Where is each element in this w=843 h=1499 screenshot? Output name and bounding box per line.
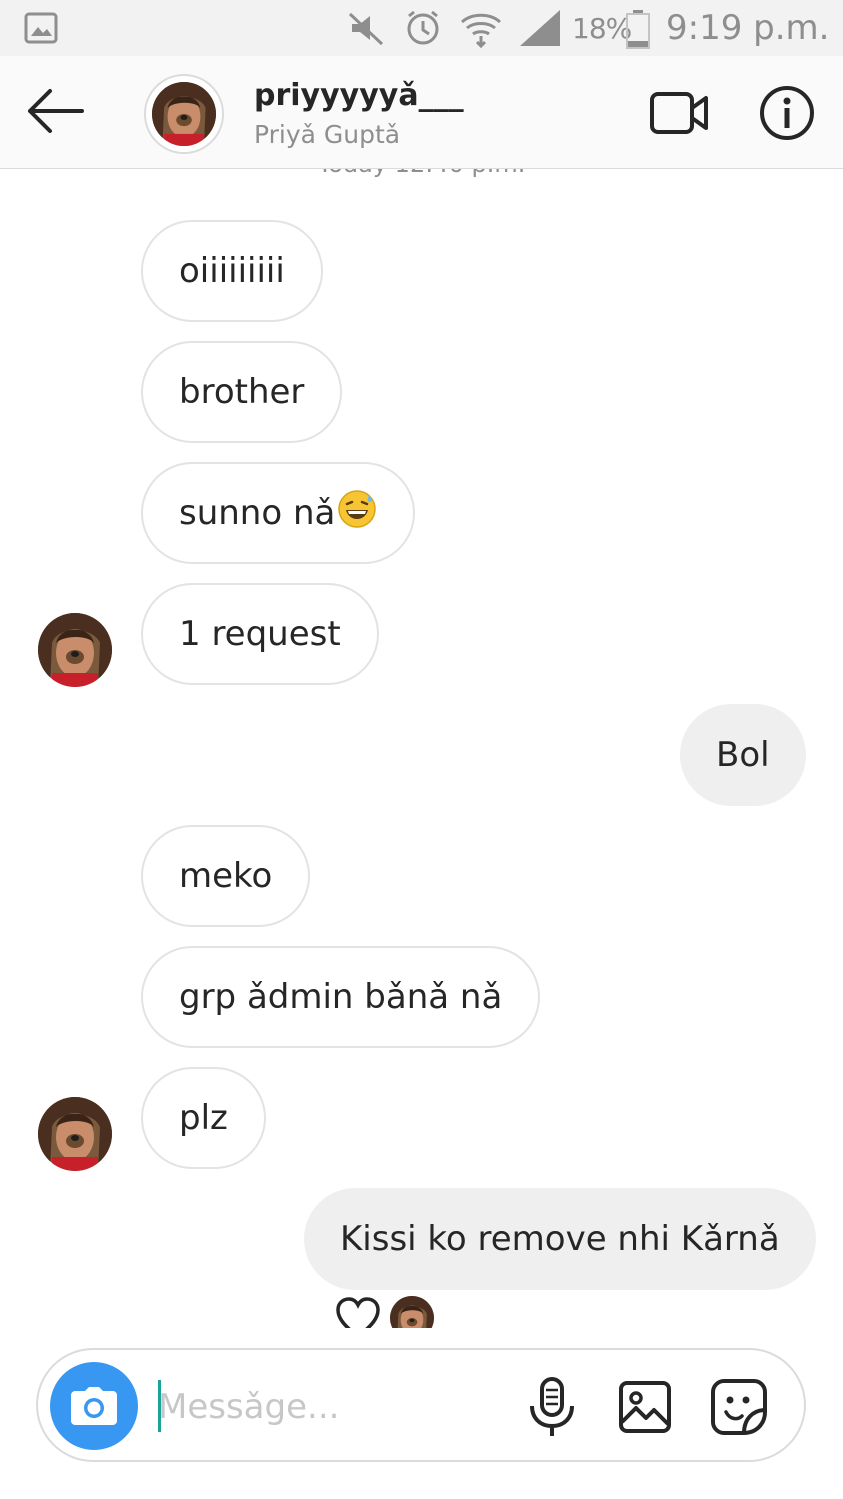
sticker-icon — [711, 1379, 767, 1435]
arrow-left-icon — [28, 89, 84, 133]
gallery-button[interactable] — [618, 1380, 672, 1434]
message-bubble-incoming[interactable]: plz — [141, 1067, 266, 1169]
image-icon — [619, 1381, 671, 1433]
status-bar: 18% 9:19 p.m. — [0, 0, 843, 56]
message-bubble-incoming[interactable]: meko — [141, 825, 311, 927]
chat-full-name: Priyǎ Guptǎ — [254, 120, 401, 149]
message-bubble-outgoing[interactable]: Bol — [680, 704, 806, 806]
message-bubble-incoming[interactable]: sunno nǎ — [141, 462, 416, 564]
camera-icon — [71, 1387, 117, 1425]
chat-header: priyyyyyǎ___ Priyǎ Guptǎ — [0, 56, 843, 169]
message-bubble-incoming[interactable]: oiiiiiiiii — [141, 220, 323, 322]
video-call-button[interactable] — [648, 86, 712, 140]
info-icon — [760, 86, 814, 140]
message-input[interactable] — [156, 1376, 500, 1438]
voice-message-button[interactable] — [526, 1376, 578, 1438]
message-text: brother — [179, 372, 305, 412]
wifi-icon — [460, 13, 502, 49]
sticker-button[interactable] — [710, 1378, 768, 1436]
message-text: Bol — [716, 735, 770, 775]
message-text: meko — [179, 856, 273, 896]
sender-avatar[interactable] — [38, 1097, 112, 1171]
message-bubble-incoming[interactable]: 1 request — [141, 583, 379, 685]
message-bubble-incoming[interactable]: grp ǎdmin bǎnǎ nǎ — [141, 946, 541, 1048]
signal-icon — [520, 10, 560, 46]
gallery-notification-icon — [24, 12, 58, 48]
battery-icon — [625, 9, 651, 53]
info-button[interactable] — [758, 84, 816, 142]
message-text: plz — [179, 1098, 228, 1138]
message-text: sunno nǎ — [179, 493, 336, 533]
reactor-avatar — [390, 1296, 434, 1330]
alarm-icon — [407, 10, 439, 45]
message-text: 1 request — [179, 614, 341, 654]
status-clock: 9:19 p.m. — [666, 8, 830, 48]
back-button[interactable] — [24, 86, 88, 136]
message-text: grp ǎdmin bǎnǎ nǎ — [179, 977, 503, 1017]
grinning-sweat-emoji-icon — [337, 489, 377, 538]
message-reactions[interactable] — [334, 1296, 454, 1330]
profile-avatar[interactable] — [144, 74, 224, 154]
camera-button[interactable] — [50, 1362, 138, 1450]
mute-icon — [348, 12, 384, 46]
microphone-icon — [530, 1377, 574, 1436]
sender-avatar[interactable] — [38, 613, 112, 687]
video-camera-icon — [650, 92, 708, 134]
message-bubble-outgoing[interactable]: Kissi ko remove nhi Kǎrnǎ — [304, 1188, 816, 1290]
battery-percentage: 18% — [572, 12, 632, 45]
message-text: oiiiiiiiii — [179, 251, 285, 291]
message-composer — [36, 1348, 806, 1462]
message-text: Kissi ko remove nhi Kǎrnǎ — [340, 1219, 780, 1259]
system-icons — [346, 8, 561, 52]
message-bubble-incoming[interactable]: brother — [141, 341, 343, 443]
heart-outline-icon[interactable] — [334, 1296, 382, 1330]
chat-username[interactable]: priyyyyyǎ___ — [254, 78, 464, 113]
